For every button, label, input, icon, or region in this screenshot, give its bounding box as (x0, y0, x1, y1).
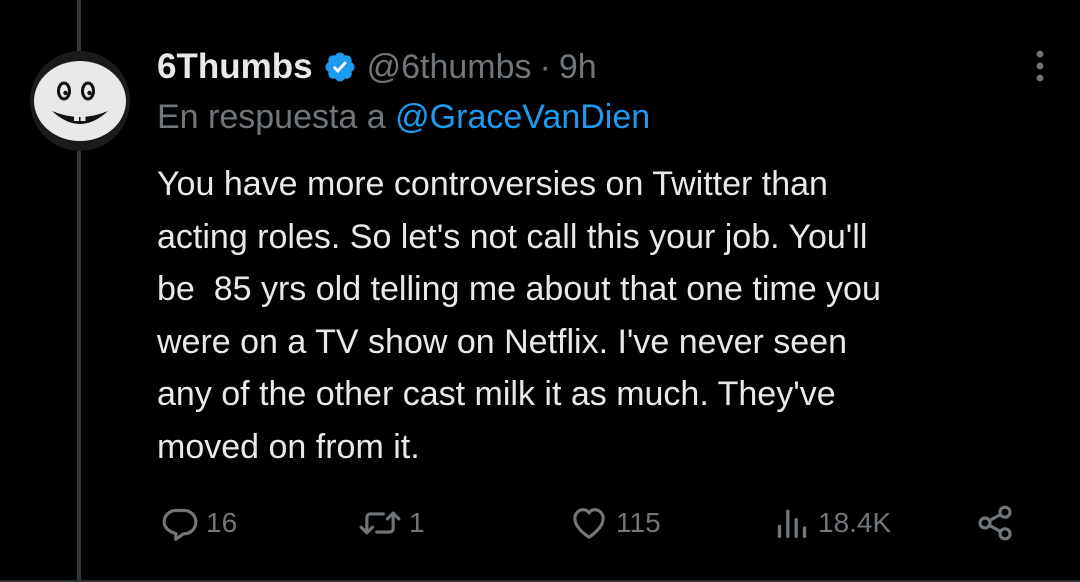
avatar[interactable] (30, 51, 130, 151)
smiley-face-avatar-icon (30, 51, 130, 151)
views-icon (772, 503, 812, 543)
tweet-text: You have more controversies on Twitter t… (157, 158, 1057, 473)
heart-icon (568, 503, 610, 543)
share-button[interactable] (974, 498, 1016, 548)
tweet-text-line: were on a TV show on Netflix. I've never… (157, 322, 847, 361)
action-bar: 16 1 115 18.4K (0, 498, 1080, 548)
tweet-text-line: be 85 yrs old telling me about that one … (157, 270, 881, 308)
tweet-text-line: moved on from it. (157, 427, 420, 466)
timestamp[interactable]: 9h (559, 48, 597, 87)
retweet-icon (357, 503, 403, 543)
tweet-text-line: any of the other cast milk it as much. T… (157, 375, 836, 413)
views-button[interactable]: 18.4K (772, 498, 891, 548)
display-name[interactable]: 6Thumbs (157, 47, 313, 87)
reply-count: 16 (206, 507, 238, 538)
retweet-button[interactable]: 1 (357, 498, 425, 548)
reply-mention-link[interactable]: @GraceVanDien (395, 98, 650, 136)
reply-icon (160, 503, 200, 543)
tweet-text-line: acting roles. So let's not call this you… (157, 217, 868, 256)
separator-dot: · (539, 47, 551, 86)
user-handle[interactable]: @6thumbs (367, 48, 532, 87)
verified-badge-icon (323, 50, 357, 84)
tweet-text-line: You have more controversies on Twitter t… (157, 165, 828, 203)
reply-button[interactable]: 16 (160, 498, 237, 548)
views-count: 18.4K (818, 507, 892, 538)
like-count: 115 (616, 507, 661, 538)
reply-context: En respuesta a @GraceVanDien (157, 98, 650, 137)
tweet-header: 6Thumbs @6thumbs · 9h (157, 44, 597, 90)
share-icon (974, 503, 1016, 543)
retweet-count: 1 (409, 507, 425, 538)
like-button[interactable]: 115 (568, 498, 661, 548)
more-options-icon[interactable] (1034, 46, 1046, 86)
reply-prefix: En respuesta a (157, 98, 386, 136)
